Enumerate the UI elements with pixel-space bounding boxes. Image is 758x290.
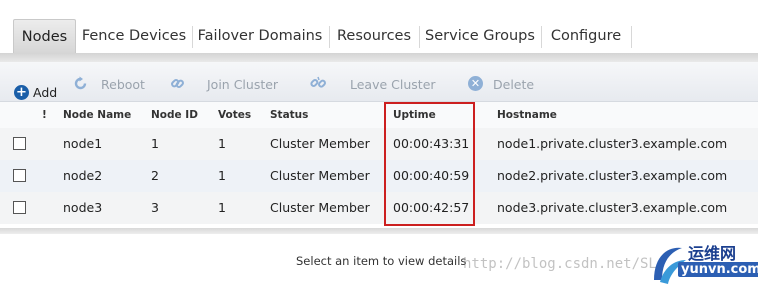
column-hostname[interactable]: Hostname	[497, 102, 557, 128]
watermark-text: http://blog.csdn.net/SL	[463, 256, 657, 272]
reboot-button[interactable]: Reboot	[101, 77, 145, 92]
site-logo: 运维网 yunvn.com	[648, 238, 758, 288]
status-cell: Cluster Member	[270, 168, 370, 183]
column-node-name[interactable]: Node Name	[63, 102, 131, 128]
node-id-cell: 2	[151, 168, 159, 183]
node-name-cell: node1	[63, 136, 103, 151]
add-icon[interactable]: +	[14, 85, 29, 100]
column-votes[interactable]: Votes	[218, 102, 251, 128]
uptime-highlight-box	[384, 102, 475, 226]
table-row[interactable]: node2 2 1 Cluster Member 00:00:40:59 nod…	[0, 160, 758, 192]
node-id-cell: 1	[151, 136, 159, 151]
link-icon	[170, 76, 185, 91]
unlink-icon	[310, 76, 326, 91]
tab-separator	[631, 26, 632, 48]
row-checkbox[interactable]	[13, 137, 26, 150]
status-cell: Cluster Member	[270, 136, 370, 151]
details-empty-text: Select an item to view details	[296, 254, 467, 268]
column-alert[interactable]: !	[42, 102, 47, 128]
tab-failover-domains[interactable]: Failover Domains	[196, 19, 324, 53]
status-cell: Cluster Member	[270, 200, 370, 215]
toolbar: + Add Reboot Join Cluster Leave Cluster …	[0, 62, 758, 102]
tab-service-groups[interactable]: Service Groups	[423, 19, 537, 53]
tab-separator	[329, 26, 330, 48]
logo-en-text: yunvn.com	[678, 262, 758, 277]
tab-resources[interactable]: Resources	[333, 19, 415, 53]
column-node-id[interactable]: Node ID	[151, 102, 198, 128]
tab-fence-devices[interactable]: Fence Devices	[80, 19, 188, 53]
join-cluster-button[interactable]: Join Cluster	[207, 77, 278, 92]
logo-cn-text: 运维网	[688, 244, 737, 263]
tab-bar: Nodes Fence Devices Failover Domains Res…	[0, 0, 758, 62]
delete-icon: ✕	[468, 76, 483, 91]
table-row[interactable]: node1 1 1 Cluster Member 00:00:43:31 nod…	[0, 128, 758, 160]
column-status[interactable]: Status	[270, 102, 308, 128]
tab-separator	[192, 26, 193, 48]
votes-cell: 1	[218, 136, 226, 151]
tab-separator	[419, 26, 420, 48]
node-name-cell: node2	[63, 168, 103, 183]
row-checkbox[interactable]	[13, 201, 26, 214]
tab-configure[interactable]: Configure	[545, 19, 627, 53]
tab-separator	[541, 26, 542, 48]
reboot-icon	[73, 76, 88, 91]
hostname-cell: node1.private.cluster3.example.com	[497, 136, 728, 151]
tab-nodes[interactable]: Nodes	[13, 19, 76, 53]
add-button[interactable]: Add	[33, 85, 57, 100]
node-id-cell: 3	[151, 200, 159, 215]
votes-cell: 1	[218, 200, 226, 215]
hostname-cell: node3.private.cluster3.example.com	[497, 200, 728, 215]
table-header: ! Node Name Node ID Votes Status Uptime …	[0, 102, 758, 128]
row-checkbox[interactable]	[13, 169, 26, 182]
votes-cell: 1	[218, 168, 226, 183]
delete-button[interactable]: Delete	[493, 77, 534, 92]
leave-cluster-button[interactable]: Leave Cluster	[350, 77, 436, 92]
table-row[interactable]: node3 3 1 Cluster Member 00:00:42:57 nod…	[0, 192, 758, 224]
hostname-cell: node2.private.cluster3.example.com	[497, 168, 728, 183]
tab-bar-underline	[0, 53, 758, 62]
node-name-cell: node3	[63, 200, 103, 215]
